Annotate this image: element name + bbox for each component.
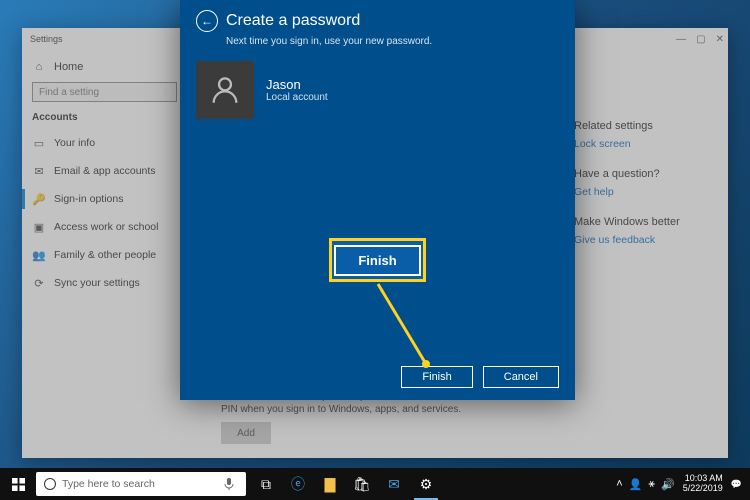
nav-label: Sign-in options xyxy=(54,193,123,205)
feedback-heading: Make Windows better xyxy=(574,216,712,228)
system-tray: ˄ 👤 ⚹ 🔊 10:03 AM 5/22/2019 💬 xyxy=(616,474,750,494)
windows-logo-icon xyxy=(12,478,25,491)
back-button[interactable]: ← xyxy=(196,10,218,32)
key-icon: 🔑 xyxy=(32,192,46,206)
nav-label: Access work or school xyxy=(54,221,158,233)
nav-label: Sync your settings xyxy=(54,277,140,289)
user-block: Jason Local account xyxy=(180,61,575,119)
add-pin-button[interactable]: Add xyxy=(221,422,271,444)
start-button[interactable] xyxy=(0,468,36,500)
tray-chevron-icon[interactable]: ˄ xyxy=(616,478,622,491)
people-tray-icon[interactable]: 👤 xyxy=(629,478,643,491)
user-name: Jason xyxy=(266,77,328,92)
briefcase-icon: ▣ xyxy=(32,220,46,234)
search-placeholder: Type here to search xyxy=(62,478,155,490)
mail-app-icon[interactable]: ✉ xyxy=(378,468,410,500)
modal-title: Create a password xyxy=(226,12,360,30)
annotation-finish-label: Finish xyxy=(334,245,420,276)
user-type: Local account xyxy=(266,92,328,103)
clock-date: 5/22/2019 xyxy=(683,484,723,494)
home-icon: ⌂ xyxy=(32,60,46,74)
lock-screen-link[interactable]: Lock screen xyxy=(574,138,712,150)
taskbar-clock[interactable]: 10:03 AM 5/22/2019 xyxy=(683,474,723,494)
home-label: Home xyxy=(54,61,83,73)
edge-icon[interactable]: ⓔ xyxy=(282,468,314,500)
settings-app-icon[interactable]: ⚙ xyxy=(410,468,442,500)
maximize-icon[interactable]: ▢ xyxy=(696,34,705,45)
feedback-link[interactable]: Give us feedback xyxy=(574,234,712,246)
settings-sidebar: ⌂ Home Accounts ▭ Your info ✉ Email & ap… xyxy=(22,50,205,458)
arrow-left-icon: ← xyxy=(201,14,213,28)
finish-button[interactable]: Finish xyxy=(401,366,472,388)
get-help-link[interactable]: Get help xyxy=(574,186,712,198)
person-icon xyxy=(208,73,242,107)
minimize-icon[interactable]: — xyxy=(676,34,686,45)
microphone-icon[interactable] xyxy=(220,472,238,496)
action-center-icon[interactable]: 💬 xyxy=(731,479,742,490)
cortana-circle-icon xyxy=(44,478,56,490)
window-controls: — ▢ ✕ xyxy=(676,34,724,45)
modal-subtitle: Next time you sign in, use your new pass… xyxy=(180,34,575,61)
taskbar-apps: ⧉ ⓔ ▇ 🛍 ✉ ⚙ xyxy=(250,468,442,500)
related-settings-heading: Related settings xyxy=(574,120,712,132)
file-explorer-icon[interactable]: ▇ xyxy=(314,468,346,500)
taskbar-search[interactable]: Type here to search xyxy=(36,472,246,496)
nav-label: Family & other people xyxy=(54,249,156,261)
create-password-modal: ← Create a password Next time you sign i… xyxy=(180,0,575,400)
people-icon: 👥 xyxy=(32,248,46,262)
task-view-icon[interactable]: ⧉ xyxy=(250,468,282,500)
close-icon[interactable]: ✕ xyxy=(716,34,724,45)
volume-icon[interactable]: 🔊 xyxy=(661,478,675,491)
taskbar: Type here to search ⧉ ⓔ ▇ 🛍 ✉ ⚙ ˄ 👤 ⚹ 🔊 … xyxy=(0,468,750,500)
settings-right-column: Related settings Lock screen Have a ques… xyxy=(574,60,712,448)
nav-label: Your info xyxy=(54,137,95,149)
cancel-button[interactable]: Cancel xyxy=(483,366,559,388)
window-title: Settings xyxy=(30,34,63,44)
mail-icon: ✉ xyxy=(32,164,46,178)
find-setting-input[interactable] xyxy=(32,82,177,102)
network-icon[interactable]: ⚹ xyxy=(648,478,655,491)
store-icon[interactable]: 🛍 xyxy=(346,468,378,500)
sync-icon: ⟳ xyxy=(32,276,46,290)
annotation-highlight: Finish xyxy=(329,238,426,282)
nav-label: Email & app accounts xyxy=(54,165,156,177)
question-heading: Have a question? xyxy=(574,168,712,180)
person-card-icon: ▭ xyxy=(32,136,46,150)
avatar xyxy=(196,61,254,119)
